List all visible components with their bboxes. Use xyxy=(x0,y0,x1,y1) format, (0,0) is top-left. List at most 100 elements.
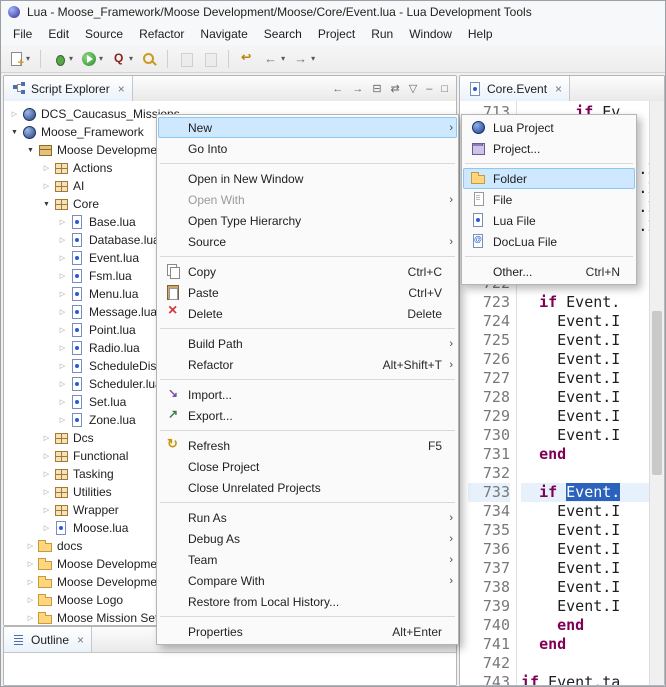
code-line[interactable]: Event.I xyxy=(521,578,664,597)
collapsed-arrow-icon[interactable]: ▷ xyxy=(40,470,53,478)
code-line[interactable]: if Event. xyxy=(521,293,664,312)
search-button[interactable] xyxy=(138,48,160,70)
menu-item-import[interactable]: Import... xyxy=(158,384,457,405)
code-line[interactable]: Event.I xyxy=(521,426,664,445)
code-line[interactable]: Event.I xyxy=(521,540,664,559)
collapsed-arrow-icon[interactable]: ▷ xyxy=(40,506,53,514)
menu-item-project[interactable]: Project... xyxy=(463,138,635,159)
outline-tab[interactable]: Outline × xyxy=(4,627,92,652)
menu-item-open-in-new-window[interactable]: Open in New Window xyxy=(158,168,457,189)
code-line[interactable]: end xyxy=(521,616,664,635)
menu-item-refactor[interactable]: RefactorAlt+Shift+T› xyxy=(158,354,457,375)
collapsed-arrow-icon[interactable]: ▷ xyxy=(24,614,37,622)
expanded-arrow-icon[interactable]: ▼ xyxy=(24,147,37,154)
menu-item-export[interactable]: Export... xyxy=(158,405,457,426)
menu-item-lua-project[interactable]: Lua Project xyxy=(463,117,635,138)
menu-item-open-type-hierarchy[interactable]: Open Type Hierarchy xyxy=(158,210,457,231)
code-line[interactable]: Event.I xyxy=(521,502,664,521)
menu-run[interactable]: Run xyxy=(363,24,401,44)
menu-item-go-into[interactable]: Go Into xyxy=(158,138,457,159)
collapsed-arrow-icon[interactable]: ▷ xyxy=(56,398,69,406)
run-button[interactable]: ▾ xyxy=(78,48,106,70)
forward-icon[interactable]: → xyxy=(352,83,363,95)
collapsed-arrow-icon[interactable]: ▷ xyxy=(56,272,69,280)
editor-tab[interactable]: Core.Event × xyxy=(460,76,570,101)
dropdown-caret-icon[interactable]: ▾ xyxy=(129,54,133,63)
menu-source[interactable]: Source xyxy=(77,24,131,44)
collapsed-arrow-icon[interactable]: ▷ xyxy=(56,308,69,316)
link-editor-icon[interactable]: ⇄ xyxy=(391,82,400,95)
dropdown-caret-icon[interactable]: ▾ xyxy=(69,54,73,63)
collapsed-arrow-icon[interactable]: ▷ xyxy=(40,182,53,190)
code-line[interactable]: Event.I xyxy=(521,312,664,331)
collapsed-arrow-icon[interactable]: ▷ xyxy=(56,344,69,352)
menu-project[interactable]: Project xyxy=(310,24,363,44)
collapsed-arrow-icon[interactable]: ▷ xyxy=(24,560,37,568)
menu-item-build-path[interactable]: Build Path› xyxy=(158,333,457,354)
menu-navigate[interactable]: Navigate xyxy=(192,24,255,44)
code-line[interactable]: end xyxy=(521,635,664,654)
collapsed-arrow-icon[interactable]: ▷ xyxy=(56,362,69,370)
menu-item-team[interactable]: Team› xyxy=(158,549,457,570)
expanded-arrow-icon[interactable]: ▼ xyxy=(8,129,21,136)
last-edit-location-button[interactable] xyxy=(236,48,258,70)
coverage-button[interactable]: ▾ xyxy=(108,48,136,70)
code-line[interactable]: if Event.ta xyxy=(521,673,664,685)
collapsed-arrow-icon[interactable]: ▷ xyxy=(40,524,53,532)
collapsed-arrow-icon[interactable]: ▷ xyxy=(24,578,37,586)
menu-item-restore-from-local-history[interactable]: Restore from Local History... xyxy=(158,591,457,612)
menu-item-file[interactable]: File xyxy=(463,189,635,210)
editor-scrollbar[interactable] xyxy=(649,101,664,685)
code-line[interactable]: Event.I xyxy=(521,350,664,369)
code-line[interactable]: Event.I xyxy=(521,521,664,540)
dropdown-caret-icon[interactable]: ▾ xyxy=(99,54,103,63)
view-menu-icon[interactable]: ▽ xyxy=(409,82,417,95)
code-line[interactable]: Event.I xyxy=(521,331,664,350)
menu-item-copy[interactable]: CopyCtrl+C xyxy=(158,261,457,282)
collapsed-arrow-icon[interactable]: ▷ xyxy=(56,218,69,226)
forward-button[interactable]: ▾ xyxy=(290,48,318,70)
menu-item-paste[interactable]: PasteCtrl+V xyxy=(158,282,457,303)
code-line[interactable]: if Event. xyxy=(521,483,664,502)
back-button[interactable]: ▾ xyxy=(260,48,288,70)
code-line[interactable]: Event.I xyxy=(521,559,664,578)
code-line[interactable] xyxy=(521,464,664,483)
code-line[interactable]: Event.I xyxy=(521,369,664,388)
menu-help[interactable]: Help xyxy=(460,24,501,44)
dropdown-caret-icon[interactable]: ▾ xyxy=(311,54,315,63)
collapsed-arrow-icon[interactable]: ▷ xyxy=(40,164,53,172)
back-icon[interactable]: ← xyxy=(332,83,343,95)
menu-item-close-unrelated-projects[interactable]: Close Unrelated Projects xyxy=(158,477,457,498)
expanded-arrow-icon[interactable]: ▼ xyxy=(40,201,53,208)
code-line[interactable]: Event.I xyxy=(521,388,664,407)
collapsed-arrow-icon[interactable]: ▷ xyxy=(24,596,37,604)
new-wizard-button[interactable]: ▾ xyxy=(5,48,33,70)
menu-item-lua-file[interactable]: Lua File xyxy=(463,210,635,231)
menu-item-debug-as[interactable]: Debug As› xyxy=(158,528,457,549)
code-line[interactable]: Event.I xyxy=(521,597,664,616)
scrollbar-thumb[interactable] xyxy=(652,311,662,475)
collapsed-arrow-icon[interactable]: ▷ xyxy=(56,380,69,388)
collapsed-arrow-icon[interactable]: ▷ xyxy=(56,236,69,244)
menu-item-properties[interactable]: PropertiesAlt+Enter xyxy=(158,621,457,642)
code-line[interactable]: end xyxy=(521,445,664,464)
minimize-icon[interactable]: – xyxy=(426,83,432,95)
menu-item-new[interactable]: New› xyxy=(158,117,457,138)
menu-window[interactable]: Window xyxy=(401,24,460,44)
collapsed-arrow-icon[interactable]: ▷ xyxy=(40,434,53,442)
menu-item-compare-with[interactable]: Compare With› xyxy=(158,570,457,591)
collapse-all-icon[interactable]: ⊟ xyxy=(372,82,381,95)
menu-item-other[interactable]: Other...Ctrl+N xyxy=(463,261,635,282)
menu-item-folder[interactable]: Folder xyxy=(463,168,635,189)
collapsed-arrow-icon[interactable]: ▷ xyxy=(56,326,69,334)
menu-item-close-project[interactable]: Close Project xyxy=(158,456,457,477)
menu-item-source[interactable]: Source› xyxy=(158,231,457,252)
collapsed-arrow-icon[interactable]: ▷ xyxy=(56,254,69,262)
close-outline-tab-icon[interactable]: × xyxy=(77,633,84,647)
collapsed-arrow-icon[interactable]: ▷ xyxy=(24,542,37,550)
collapsed-arrow-icon[interactable]: ▷ xyxy=(40,488,53,496)
maximize-icon[interactable]: □ xyxy=(441,83,448,95)
menu-edit[interactable]: Edit xyxy=(40,24,77,44)
collapsed-arrow-icon[interactable]: ▷ xyxy=(56,290,69,298)
close-editor-tab-icon[interactable]: × xyxy=(555,82,562,96)
